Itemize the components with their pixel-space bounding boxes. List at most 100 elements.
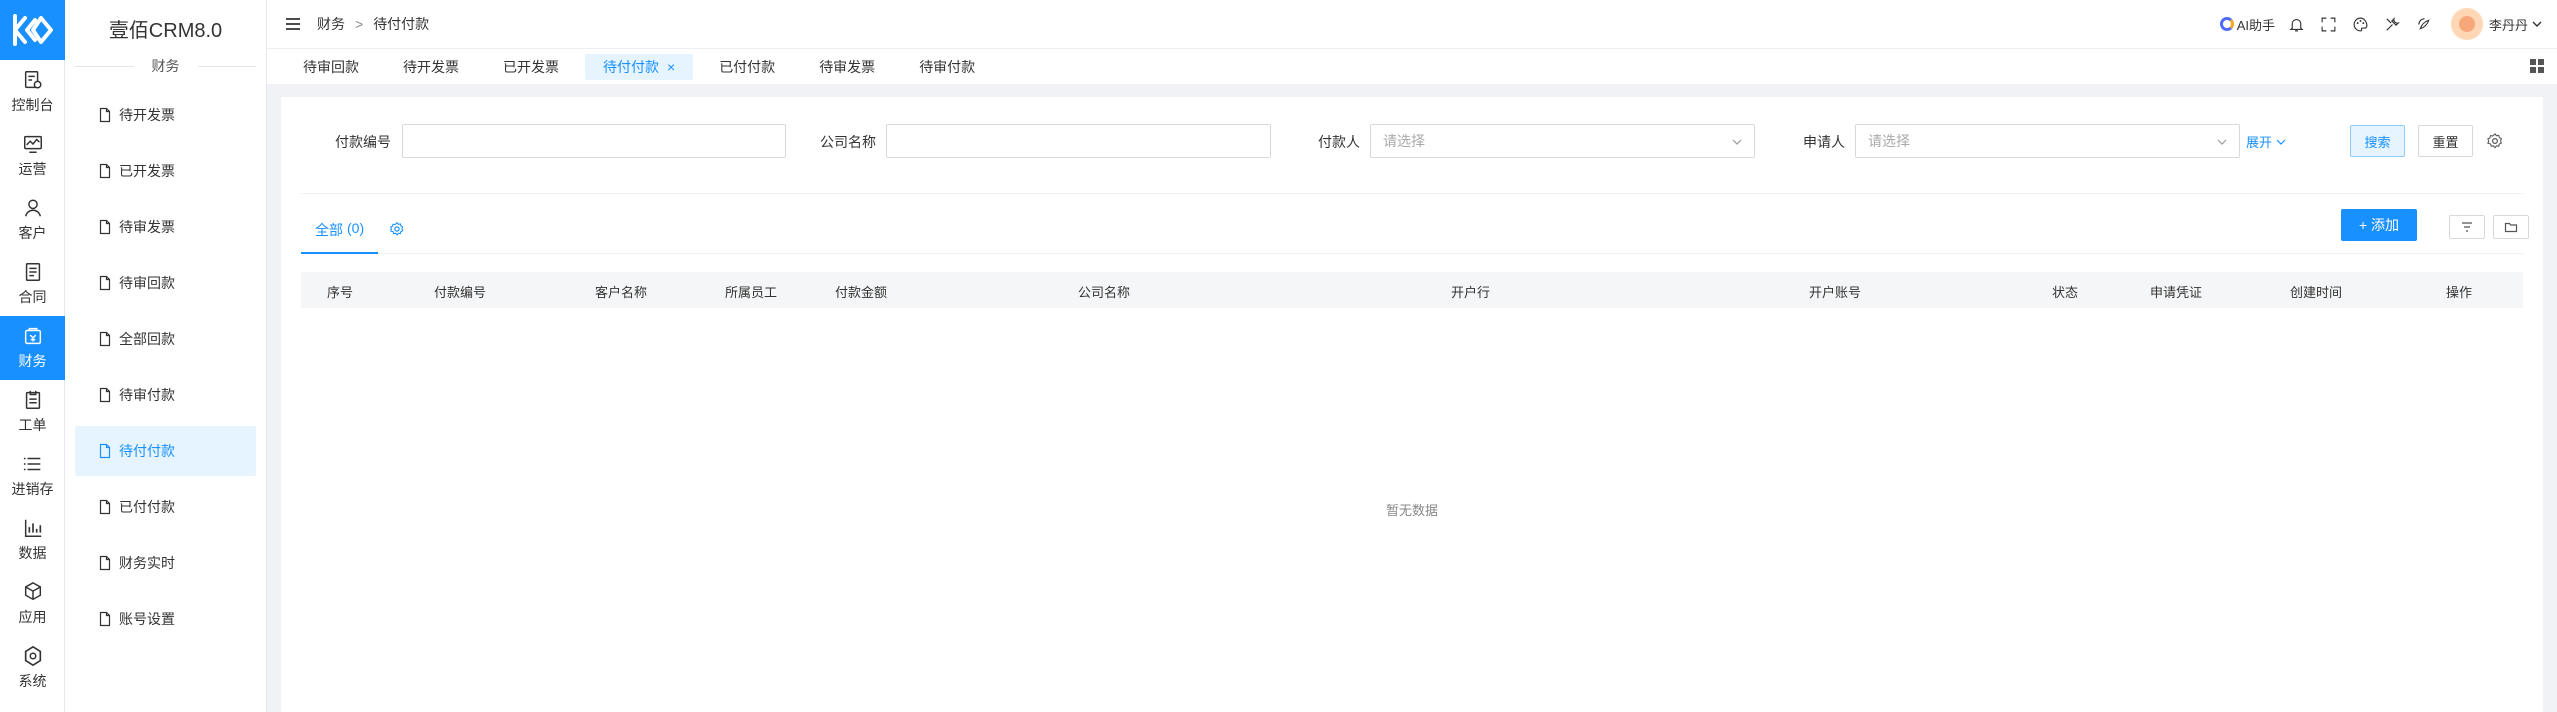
- page-tab-label: 待开发票: [403, 58, 459, 75]
- payer-placeholder: 请选择: [1383, 133, 1425, 149]
- breadcrumb-item-finance[interactable]: 财务: [317, 14, 345, 34]
- rail-item-inventory[interactable]: 进销存: [0, 444, 65, 508]
- fullscreen-icon[interactable]: [2313, 8, 2345, 40]
- column-header[interactable]: 所属员工: [725, 282, 777, 301]
- submenu-item[interactable]: 已开发票: [75, 146, 256, 196]
- document-icon: [99, 443, 111, 459]
- contract-icon: [25, 263, 40, 281]
- document-icon: [99, 499, 111, 515]
- payment-no-label: 付款编号: [335, 134, 391, 150]
- submenu-item[interactable]: 账号设置: [75, 594, 256, 644]
- folder-button[interactable]: [2493, 215, 2529, 239]
- rail-item-contract[interactable]: 合同: [0, 252, 65, 316]
- page-tabs: 待审回款 待开发票 已开发票 待付付款 × 已付付款 待审发票 待审付款: [267, 48, 2557, 84]
- column-header[interactable]: 客户名称: [595, 282, 647, 301]
- column-header[interactable]: 申请凭证: [2150, 282, 2202, 301]
- rail-item-dashboard[interactable]: 控制台: [0, 60, 65, 124]
- company-input[interactable]: [886, 124, 1271, 158]
- page-tab[interactable]: 待付付款 ×: [585, 53, 694, 80]
- rail-item-operations[interactable]: 运营: [0, 124, 65, 188]
- chevron-down-icon: [2217, 139, 2227, 145]
- header-toolbar: AI助手 李丹丹: [2219, 0, 2543, 48]
- logo-icon: [12, 14, 53, 46]
- bell-icon[interactable]: [2281, 8, 2313, 40]
- filter-bar: 付款编号 公司名称 付款人 请选择 申请人 请选择 展开 搜索 重置: [281, 124, 2543, 158]
- submenu-item[interactable]: 待审付款: [75, 370, 256, 420]
- rail-label: 合同: [18, 289, 47, 305]
- submenu-title-row: 财务: [75, 56, 256, 76]
- palette-icon[interactable]: [2345, 8, 2377, 40]
- expand-filters-link[interactable]: 展开: [2246, 132, 2286, 151]
- column-header[interactable]: 付款编号: [434, 282, 486, 301]
- app-logo[interactable]: [0, 0, 65, 60]
- payer-label: 付款人: [1318, 134, 1360, 150]
- column-header[interactable]: 开户行: [1451, 282, 1490, 301]
- submenu-item[interactable]: 待付付款: [75, 426, 256, 476]
- submenu-item[interactable]: 已付付款: [75, 482, 256, 532]
- folder-icon: [2504, 222, 2518, 233]
- menu-toggle-icon[interactable]: [283, 14, 303, 34]
- submenu-item[interactable]: 待审发票: [75, 202, 256, 252]
- rail-label: 应用: [18, 609, 47, 625]
- page-tab-label: 待审发票: [819, 58, 876, 75]
- rail-label: 运营: [18, 161, 47, 177]
- theme-icon[interactable]: [2409, 8, 2441, 40]
- document-icon: [99, 219, 111, 235]
- column-header[interactable]: 序号: [327, 282, 353, 301]
- search-button[interactable]: 搜索: [2350, 125, 2405, 157]
- payer-select[interactable]: 请选择: [1370, 124, 1755, 158]
- add-button[interactable]: + 添加: [2341, 209, 2417, 241]
- payment-no-input[interactable]: [402, 124, 786, 158]
- column-header[interactable]: 公司名称: [1078, 282, 1130, 301]
- page-tab-label: 待审回款: [303, 58, 359, 75]
- top-header: 财务 > 待付付款 AI助手 李丹丹: [267, 0, 2557, 48]
- rail-item-system[interactable]: 系统: [0, 636, 65, 700]
- page-tab-label: 待审付款: [919, 58, 976, 75]
- applicant-select[interactable]: 请选择: [1855, 124, 2240, 158]
- table-header: 序号 付款编号 客户名称 所属员工 付款金额 公司名称 开户行 开户账号 状态 …: [301, 272, 2523, 308]
- page-tab[interactable]: 待审回款: [285, 54, 377, 80]
- rail-label: 进销存: [11, 481, 54, 497]
- close-icon[interactable]: ×: [667, 59, 675, 75]
- tools-icon[interactable]: [2377, 8, 2409, 40]
- user-menu[interactable]: 李丹丹: [2450, 8, 2543, 40]
- main-panel: 付款编号 公司名称 付款人 请选择 申请人 请选择 展开 搜索 重置 全部 (0…: [281, 97, 2543, 712]
- submenu-item[interactable]: 待审回款: [75, 258, 256, 308]
- column-header[interactable]: 创建时间: [2290, 282, 2342, 301]
- page-tab-label: 待付付款: [603, 58, 659, 75]
- rail-item-customer[interactable]: 客户: [0, 188, 65, 252]
- column-filter-button[interactable]: [2449, 215, 2485, 239]
- column-header[interactable]: 开户账号: [1809, 282, 1861, 301]
- company-label: 公司名称: [820, 134, 876, 150]
- submenu-item[interactable]: 全部回款: [75, 314, 256, 364]
- rail-label: 控制台: [11, 97, 54, 113]
- page-tab[interactable]: 待开发票: [385, 54, 477, 80]
- inventory-icon: [23, 457, 40, 471]
- column-header[interactable]: 状态: [2052, 282, 2078, 301]
- submenu-item[interactable]: 待开发票: [75, 90, 256, 140]
- gear-icon[interactable]: [2486, 132, 2504, 150]
- ai-icon: [2219, 17, 2234, 31]
- ai-assistant-button[interactable]: AI助手: [2219, 15, 2275, 34]
- ai-assistant-label: AI助手: [2236, 17, 2275, 33]
- reset-button[interactable]: 重置: [2418, 125, 2473, 157]
- tab-all[interactable]: 全部 (0): [301, 220, 379, 254]
- tab-settings-icon[interactable]: [389, 221, 405, 237]
- grid-menu-icon[interactable]: [2529, 58, 2545, 74]
- page-tab[interactable]: 已付付款: [701, 54, 793, 80]
- page-tab[interactable]: 已开发票: [485, 54, 577, 80]
- empty-state: 暂无数据: [1385, 503, 1438, 518]
- submenu-item[interactable]: 财务实时: [75, 538, 256, 588]
- main-nav-rail: 控制台 运营 客户 合同 财务 工单 进销存 数据 应用 系统: [0, 0, 65, 712]
- system-icon: [24, 645, 41, 667]
- app-icon: [24, 581, 41, 601]
- rail-item-finance[interactable]: 财务: [0, 316, 65, 380]
- breadcrumb-item-current: 待付付款: [373, 16, 430, 32]
- rail-item-data[interactable]: 数据: [0, 508, 65, 572]
- rail-item-app[interactable]: 应用: [0, 572, 65, 636]
- column-header[interactable]: 付款金额: [835, 282, 887, 301]
- rail-item-ticket[interactable]: 工单: [0, 380, 65, 444]
- page-tab[interactable]: 待审付款: [901, 54, 993, 80]
- page-tab[interactable]: 待审发票: [801, 54, 893, 80]
- column-header[interactable]: 操作: [2446, 282, 2472, 301]
